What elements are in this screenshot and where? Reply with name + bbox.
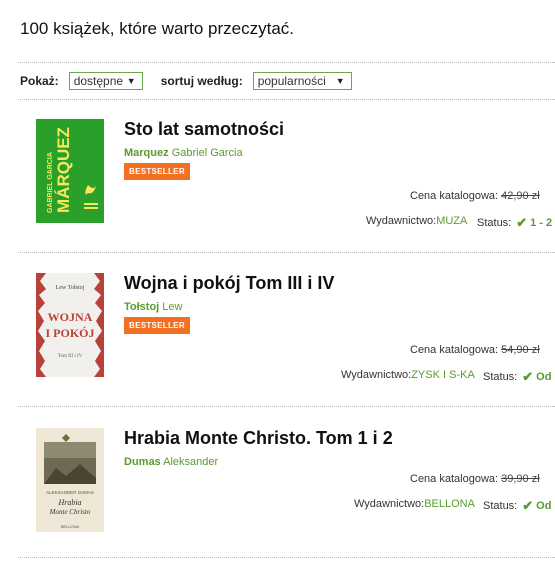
price-label: Cena katalogowa: [410, 473, 499, 485]
availability-status: Status: ✔ 1 - 2 [477, 215, 552, 231]
publisher-label: Wydawnictwo: [366, 215, 437, 227]
bestseller-badge: BESTSELLER [124, 163, 190, 180]
book-item: GABRIEL GARCIA MÁRQUEZ Sto lat samotnośc… [0, 119, 555, 269]
chevron-down-icon: ▼ [126, 76, 136, 86]
catalog-price: Cena katalogowa: 54,90 zł [410, 344, 555, 356]
cover-publisher-text: BELLONA [61, 524, 80, 529]
bestseller-badge: BESTSELLER [124, 317, 190, 334]
divider [18, 557, 555, 558]
book-author[interactable]: Tołstoj Lew [124, 301, 182, 313]
filter-bar: Pokaż: dostępne ▼ sortuj według: popular… [20, 71, 352, 91]
author-surname: Dumas [124, 456, 161, 468]
sort-select-value: popularności [257, 74, 326, 88]
author-firstname: Aleksander [163, 456, 219, 468]
show-filter-label: Pokaż: [20, 74, 59, 88]
cover-title-text: WOJNA [48, 310, 93, 324]
book-title[interactable]: Sto lat samotności [124, 119, 284, 140]
cover-title-text: Hrabia [57, 498, 81, 507]
cover-author-text: Lew Tołstoj [56, 285, 85, 291]
book-author[interactable]: Marquez Gabriel Garcia [124, 147, 243, 159]
availability-select[interactable]: dostępne ▼ [68, 72, 143, 90]
status-value: Od [536, 500, 552, 512]
author-firstname: Gabriel Garcia [171, 147, 243, 159]
publisher: Wydawnictwo:BELLONA [354, 498, 475, 510]
status-label: Status: [483, 500, 518, 512]
availability-status: Status: ✔ Od [483, 498, 551, 514]
cover-author-text: ALEKSANDER DUMAS [46, 490, 94, 495]
divider [18, 99, 555, 100]
cover-author-text: GABRIEL GARCIA [47, 152, 54, 213]
price-value: 39,90 zł [501, 473, 540, 485]
status-label: Status: [477, 217, 512, 229]
author-surname: Tołstoj [124, 301, 160, 313]
sort-select[interactable]: popularności ▼ [252, 72, 352, 90]
availability-status: Status: ✔ Od [483, 369, 551, 385]
publisher-link[interactable]: BELLONA [424, 498, 475, 510]
check-icon: ✔ [522, 369, 534, 384]
publisher: Wydawnictwo:ZYSK I S-KA [341, 369, 475, 381]
availability-select-value: dostępne [73, 74, 124, 88]
catalog-price: Cena katalogowa: 39,90 zł [410, 473, 555, 485]
price-label: Cena katalogowa: [410, 190, 499, 202]
book-item: ALEKSANDER DUMAS Hrabia Monte Christo BE… [0, 428, 555, 578]
publisher-label: Wydawnictwo: [341, 369, 412, 381]
book-author[interactable]: Dumas Aleksander [124, 456, 218, 468]
catalog-price: Cena katalogowa: 42,90 zł [410, 190, 555, 202]
author-firstname: Lew [162, 301, 183, 313]
cover-title-text: MÁRQUEZ [54, 127, 73, 213]
chevron-down-icon: ▼ [335, 76, 345, 86]
status-value: 1 - 2 [530, 217, 553, 229]
publisher-link[interactable]: MUZA [436, 215, 467, 227]
book-cover[interactable]: GABRIEL GARCIA MÁRQUEZ [36, 119, 104, 223]
check-icon: ✔ [522, 498, 534, 513]
book-cover[interactable]: ALEKSANDER DUMAS Hrabia Monte Christo BE… [36, 428, 104, 532]
book-title[interactable]: Wojna i pokój Tom III i IV [124, 273, 334, 294]
publisher-label: Wydawnictwo: [354, 498, 425, 510]
book-title[interactable]: Hrabia Monte Christo. Tom 1 i 2 [124, 428, 393, 449]
status-value: Od [536, 371, 552, 383]
price-value: 54,90 zł [501, 344, 540, 356]
publisher: Wydawnictwo:MUZA [366, 215, 467, 227]
divider [18, 62, 555, 63]
price-label: Cena katalogowa: [410, 344, 499, 356]
sort-label: sortuj według: [160, 74, 243, 88]
cover-subtitle-text: Tom III i IV [58, 354, 83, 359]
divider [18, 252, 555, 253]
cover-title-text: Monte Christo [49, 508, 91, 516]
check-icon: ✔ [516, 215, 528, 230]
book-cover[interactable]: Lew Tołstoj WOJNA I POKÓJ Tom III i IV [36, 273, 104, 377]
book-item: Lew Tołstoj WOJNA I POKÓJ Tom III i IV W… [0, 273, 555, 423]
status-label: Status: [483, 371, 518, 383]
cover-title-text: I POKÓJ [45, 326, 94, 340]
divider [18, 406, 555, 407]
price-value: 42,90 zł [501, 190, 540, 202]
page-title: 100 książek, które warto przeczytać. [20, 19, 295, 38]
publisher-link[interactable]: ZYSK I S-KA [411, 369, 475, 381]
author-surname: Marquez [124, 147, 169, 159]
